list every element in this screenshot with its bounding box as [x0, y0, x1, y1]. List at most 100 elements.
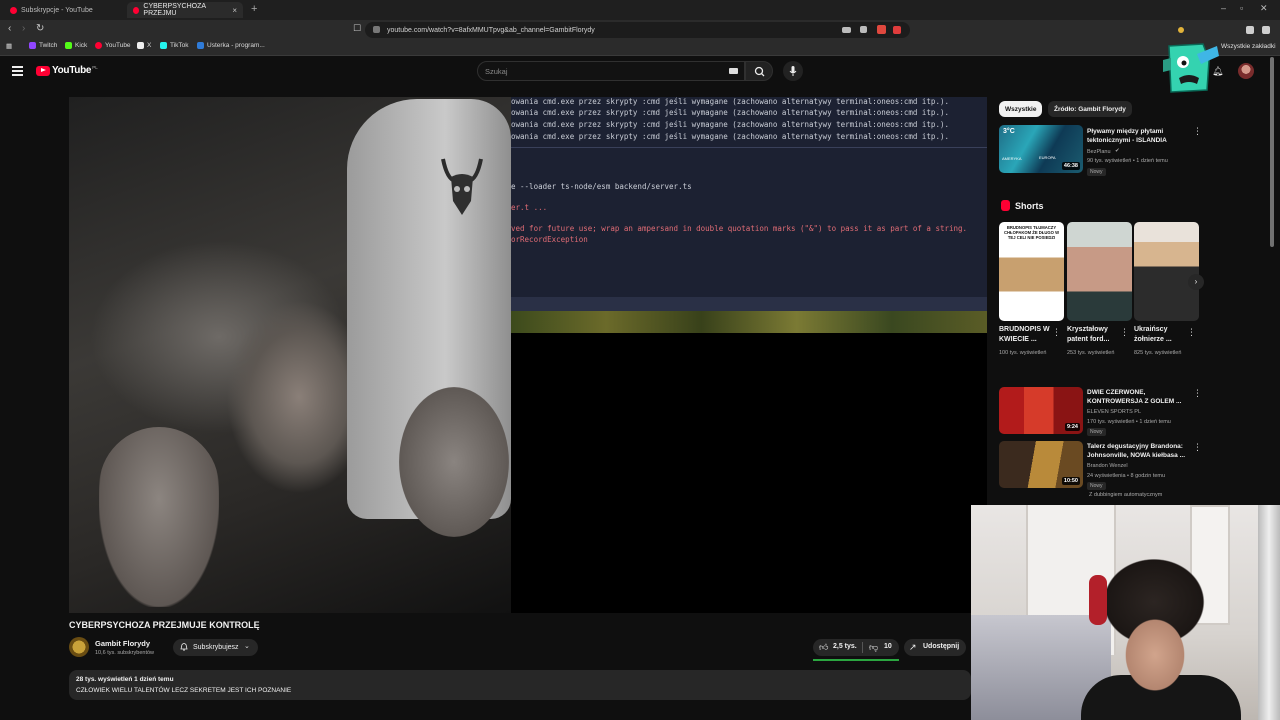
media-icon[interactable]	[1246, 26, 1254, 34]
terminal-line: owania cmd.exe przez skrypty :cmd jeśli …	[511, 97, 949, 106]
back-icon[interactable]: ‹	[8, 23, 11, 34]
rewards-icon[interactable]	[893, 26, 901, 34]
share-page-icon[interactable]	[860, 26, 867, 33]
video-thumbnail[interactable]: 10:50	[999, 441, 1083, 488]
like-icon[interactable]: 👍︎	[819, 642, 828, 653]
notifications-bell-icon[interactable]: 🔔︎	[1212, 66, 1223, 77]
dislike-icon[interactable]: 👎︎	[869, 642, 878, 653]
short-views: 100 tys. wyświetleń	[999, 350, 1047, 356]
mic-icon	[789, 66, 797, 76]
more-options-icon[interactable]: ⋮	[1052, 327, 1061, 338]
more-options-icon[interactable]: ⋮	[1193, 126, 1202, 137]
short-thumbnail[interactable]	[1067, 222, 1132, 321]
bookmark-kick[interactable]: Kick	[65, 42, 87, 49]
channel-avatar[interactable]	[69, 637, 89, 657]
short-title[interactable]: Kryształowy patent ford...	[1067, 325, 1125, 345]
share-label[interactable]: Udostępnij	[923, 643, 959, 650]
extension-icon[interactable]	[1178, 27, 1184, 33]
video-channel[interactable]: ELEVEN SPORTS PL	[1087, 408, 1141, 416]
keyboard-icon[interactable]	[729, 68, 738, 74]
share-icon[interactable]: ↗	[909, 642, 917, 653]
youtube-icon	[95, 42, 102, 49]
page-scrollbar[interactable]	[1270, 57, 1274, 247]
chip-all[interactable]: Wszystkie	[999, 101, 1043, 117]
new-badge: Nowy	[1087, 428, 1106, 436]
more-options-icon[interactable]: ⋮	[1193, 388, 1202, 399]
short-thumbnail[interactable]: BRUDNOPIS TŁUMACZY CHŁOPAKOM ŻE DŁUGO W …	[999, 222, 1064, 321]
account-avatar[interactable]	[1238, 63, 1254, 79]
terminal-error-line: orRecordException	[511, 235, 588, 244]
video-player[interactable]: owania cmd.exe przez skrypty :cmd jeśli …	[69, 97, 987, 613]
dislike-count[interactable]: 10	[884, 643, 892, 650]
menu-icon[interactable]	[1262, 26, 1270, 34]
video-duration: 46:38	[1061, 162, 1080, 170]
channel-name[interactable]: Gambit Florydy	[95, 639, 150, 648]
youtube-favicon-icon	[10, 6, 17, 14]
bookmark-star-icon[interactable]: ☐	[353, 23, 361, 34]
brave-shield-icon[interactable]	[877, 25, 886, 34]
maximize-icon[interactable]: ▫	[1240, 3, 1243, 13]
chip-source-channel[interactable]: Źródło: Gambit Florydy	[1048, 101, 1132, 117]
auto-dubbing-label: Z dubbingiem automatycznym	[1089, 492, 1163, 498]
all-bookmarks-link[interactable]: Wszystkie zakładki	[1221, 43, 1276, 50]
description-box[interactable]	[69, 670, 971, 700]
streamer-webcam-overlay	[971, 505, 1280, 720]
minimize-icon[interactable]: –	[1221, 3, 1226, 13]
bookmark-x[interactable]: X	[137, 42, 151, 49]
channel-subscriber-count: 10,6 tys. subskrybentów	[95, 650, 155, 656]
shorts-next-button[interactable]: ›	[1188, 274, 1204, 290]
video-channel[interactable]: Brandon Wenzel	[1087, 462, 1128, 470]
tab-current-video[interactable]: CYBERPSYCHOZA PRZEJMU ×	[127, 2, 243, 18]
terminal-line: e --loader ts-node/esm backend/server.ts	[511, 182, 692, 191]
search-button[interactable]	[745, 61, 773, 81]
short-views: 253 tys. wyświetleń	[1067, 350, 1115, 356]
more-options-icon[interactable]: ⋮	[1187, 327, 1196, 338]
bookmark-usterka[interactable]: Usterka - program...	[197, 42, 265, 49]
verified-icon: ✔	[1115, 148, 1120, 154]
cast-icon[interactable]	[842, 27, 851, 33]
like-divider	[862, 642, 863, 653]
apps-grid-icon[interactable]: ▦	[6, 42, 12, 50]
video-title: CYBERPSYCHOZA PRZEJMUJE KONTROLĘ	[69, 620, 260, 630]
voice-search-button[interactable]	[783, 61, 803, 81]
video-title-link[interactable]: Talerz degustacyjny Brandona: Johnsonvil…	[1087, 442, 1187, 460]
reload-icon[interactable]: ↻	[36, 23, 44, 34]
bookmark-twitch[interactable]: Twitch	[29, 42, 57, 49]
video-title-link[interactable]: Pływamy między płytami tektonicznymi - I…	[1087, 127, 1187, 145]
site-info-icon[interactable]	[373, 26, 380, 33]
short-title[interactable]: Ukraińscy żołnierze ...	[1134, 325, 1192, 345]
video-thumbnail[interactable]: 9:24	[999, 387, 1083, 434]
bookmark-youtube[interactable]: YouTube	[95, 42, 131, 49]
youtube-favicon-icon	[133, 6, 140, 14]
shorts-heading: Shorts	[1015, 201, 1044, 211]
forward-icon[interactable]: ›	[22, 23, 25, 34]
more-options-icon[interactable]: ⋮	[1120, 327, 1129, 338]
video-thumbnail[interactable]: 3°C AMERYKA EUROPA 46:38	[999, 125, 1083, 173]
chevron-down-icon: ⌄	[244, 643, 250, 650]
kick-icon	[65, 42, 72, 49]
like-count[interactable]: 2,5 tys.	[833, 643, 857, 650]
address-bar[interactable]: youtube.com/watch?v=8afxMMUTpvg&ab_chann…	[365, 22, 910, 38]
tab-subscriptions[interactable]: Subskrypcje - YouTube	[4, 2, 122, 18]
bookmark-tiktok[interactable]: TikTok	[160, 42, 189, 49]
more-options-icon[interactable]: ⋮	[1193, 442, 1202, 453]
close-window-icon[interactable]: ✕	[1260, 3, 1268, 14]
twitch-icon	[29, 42, 36, 49]
terminal-footer	[511, 297, 987, 311]
search-icon	[754, 66, 765, 77]
video-webcam-feed	[69, 97, 511, 613]
hamburger-menu-icon[interactable]	[12, 66, 23, 76]
horned-skull-emblem-icon	[441, 158, 483, 215]
short-thumbnail[interactable]	[1134, 222, 1199, 321]
view-stats: 28 tys. wyświetleń 1 dzień temu	[76, 676, 174, 683]
search-input[interactable]: Szukaj	[477, 61, 745, 81]
video-channel[interactable]: BezPlanu	[1087, 148, 1111, 156]
new-tab-button[interactable]: +	[251, 3, 257, 15]
tab-title: CYBERPSYCHOZA PRZEJMU	[143, 3, 206, 17]
youtube-logo[interactable]: YouTube PL	[36, 65, 98, 76]
video-title-link[interactable]: DWIE CZERWONE, KONTROWERSJA Z GOLEM ...	[1087, 388, 1187, 406]
close-tab-icon[interactable]: ×	[232, 6, 237, 15]
shorts-logo-icon	[1001, 200, 1010, 211]
video-meta: 170 tys. wyświetleń • 1 dzień temu	[1087, 419, 1171, 425]
short-title[interactable]: BRUDNOPIS W KWIECIE ...	[999, 325, 1057, 345]
